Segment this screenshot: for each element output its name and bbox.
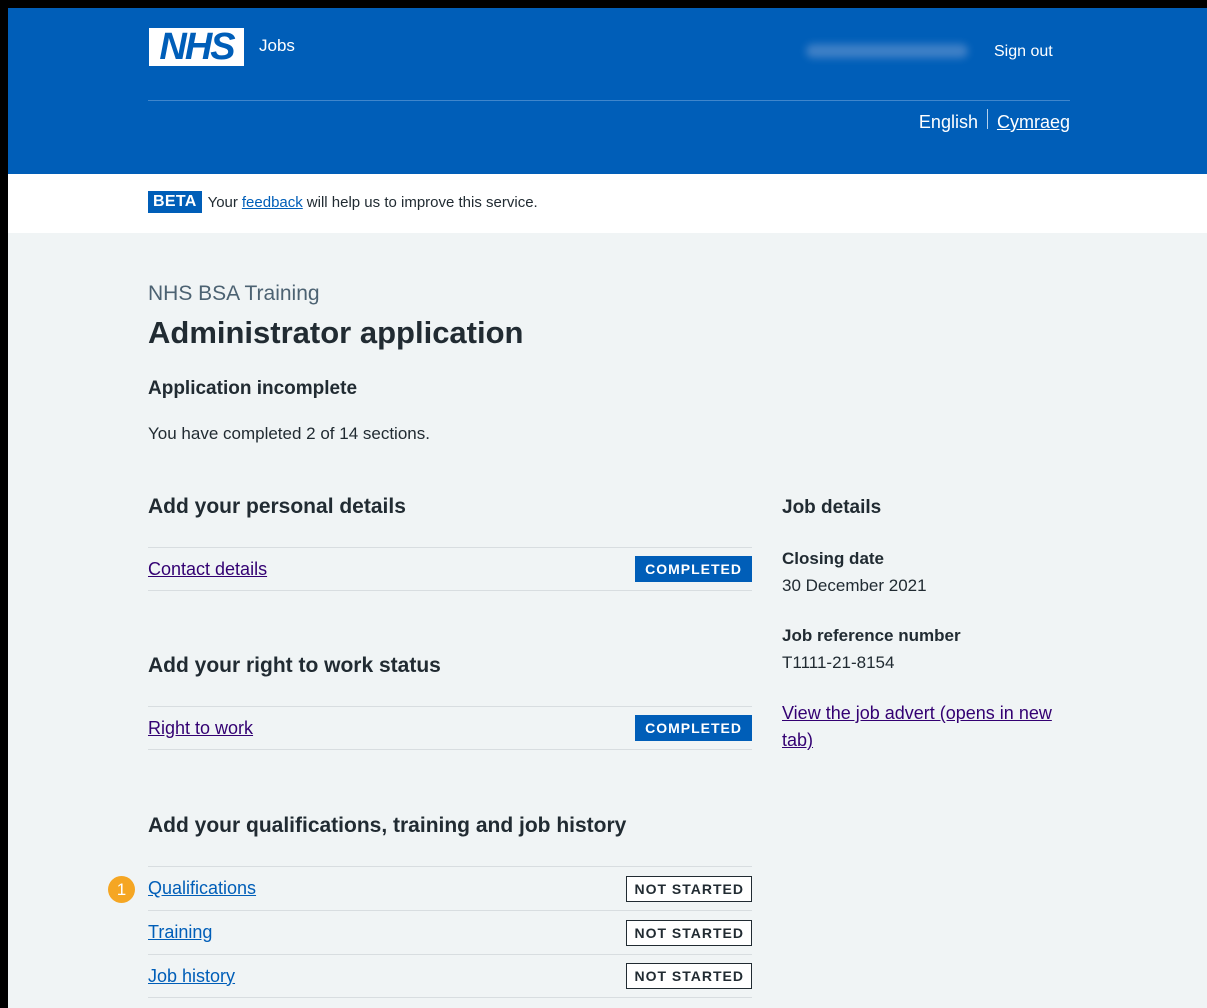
status-badge: NOT STARTED xyxy=(626,875,752,902)
task-list-qualifications: 1 Qualifications NOT STARTED Training NO… xyxy=(108,866,752,998)
right-to-work-link[interactable]: Right to work xyxy=(148,718,253,739)
section-heading-personal-details: Add your personal details xyxy=(148,495,406,518)
beta-banner-content: BETA Your feedback will help us to impro… xyxy=(148,191,538,213)
step-marker: 1 xyxy=(108,876,135,903)
job-details-heading: Job details xyxy=(782,497,882,518)
task-item-qualifications: 1 Qualifications NOT STARTED xyxy=(108,866,752,910)
header-container: NHS Jobs Sign out English Cymraeg xyxy=(148,8,1070,174)
language-cymraeg-link[interactable]: Cymraeg xyxy=(997,112,1070,133)
training-link[interactable]: Training xyxy=(148,922,212,943)
view-job-advert-link[interactable]: View the job advert (opens in new tab) xyxy=(782,700,1052,754)
beta-tag: BETA xyxy=(148,191,202,213)
beta-text-before: Your xyxy=(207,193,238,211)
service-name[interactable]: Jobs xyxy=(259,36,295,56)
application-status-text: You have completed 2 of 14 sections. xyxy=(148,424,430,443)
site-header: NHS Jobs Sign out English Cymraeg xyxy=(8,8,1207,174)
task-item-training: Training NOT STARTED xyxy=(148,910,752,954)
header-logo-row: NHS Jobs Sign out xyxy=(148,28,1070,68)
closing-date-label: Closing date xyxy=(782,549,885,568)
contact-details-link[interactable]: Contact details xyxy=(148,559,267,580)
section-heading-qualifications: Add your qualifications, training and jo… xyxy=(148,814,627,837)
header-divider xyxy=(148,100,1070,101)
task-item-right-to-work: Right to work COMPLETED xyxy=(148,706,752,750)
status-badge: NOT STARTED xyxy=(626,919,752,946)
closing-date-value: 30 December 2021 xyxy=(782,576,927,595)
status-badge: COMPLETED xyxy=(635,715,752,741)
language-divider xyxy=(986,108,988,129)
page-title: Administrator application xyxy=(148,315,524,350)
status-badge: COMPLETED xyxy=(635,556,752,582)
job-reference-label: Job reference number xyxy=(782,626,961,645)
qualifications-link[interactable]: Qualifications xyxy=(148,878,256,899)
beta-text-after: will help us to improve this service. xyxy=(306,193,538,211)
language-switcher: English Cymraeg xyxy=(918,108,1070,133)
application-status-title: Application incomplete xyxy=(148,378,358,399)
beta-banner: BETA Your feedback will help us to impro… xyxy=(8,174,1207,233)
browser-frame: NHS Jobs Sign out English Cymraeg BETA Y… xyxy=(0,0,1207,1008)
user-name-blurred xyxy=(806,44,968,58)
task-list-personal-details: Contact details COMPLETED xyxy=(148,547,752,591)
status-badge: NOT STARTED xyxy=(626,963,752,989)
task-list-right-to-work: Right to work COMPLETED xyxy=(148,706,752,750)
job-reference-value: T1111-21-8154 xyxy=(782,653,895,672)
job-history-link[interactable]: Job history xyxy=(148,966,235,987)
task-item-contact-details: Contact details COMPLETED xyxy=(148,547,752,591)
nhs-logo[interactable]: NHS xyxy=(149,28,244,66)
task-item-job-history: Job history NOT STARTED xyxy=(148,954,752,998)
feedback-link[interactable]: feedback xyxy=(242,194,303,211)
section-heading-right-to-work: Add your right to work status xyxy=(148,654,441,677)
sign-out-link[interactable]: Sign out xyxy=(994,43,1053,61)
language-english: English xyxy=(918,112,978,132)
employer-caption: NHS BSA Training xyxy=(148,282,320,305)
